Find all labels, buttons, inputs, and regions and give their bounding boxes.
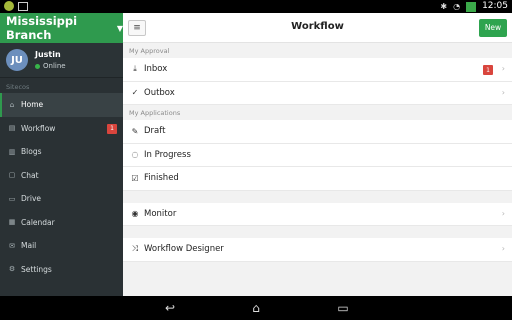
workflow-icon: ▤ bbox=[8, 124, 16, 133]
sidebar-item-workflow[interactable]: ▤ Workflow 1 bbox=[0, 117, 123, 141]
top-bar: ≡ Workflow New bbox=[123, 13, 512, 43]
sidebar-item-label: Chat bbox=[21, 170, 39, 180]
sidebar-item-label: Settings bbox=[21, 264, 52, 274]
list-item-label: Outbox bbox=[144, 87, 175, 98]
chevron-right-icon: › bbox=[501, 87, 505, 97]
list-item-finished[interactable]: ☑ Finished bbox=[123, 167, 512, 191]
sidebar-item-label: Calendar bbox=[21, 217, 55, 227]
list-item-label: Inbox bbox=[144, 64, 168, 75]
sidebar: Mississippi Branch ▼ JU Justin Online Si… bbox=[0, 13, 123, 296]
workflow-badge: 1 bbox=[107, 123, 117, 134]
branch-selector[interactable]: Mississippi Branch ▼ bbox=[0, 13, 123, 43]
sidebar-item-label: Mail bbox=[21, 241, 37, 251]
online-indicator-icon bbox=[35, 63, 40, 69]
navigation-bar: ↩ ⌂ ▭ bbox=[0, 296, 512, 320]
sidebar-item-mail[interactable]: ✉ Mail bbox=[0, 234, 123, 258]
bluetooth-icon: ✱ bbox=[440, 2, 448, 11]
sidebar-item-blogs[interactable]: ▥ Blogs bbox=[0, 140, 123, 164]
sidebar-item-chat[interactable]: ▢ Chat bbox=[0, 164, 123, 188]
chat-icon: ▢ bbox=[8, 171, 16, 180]
drive-icon: ▭ bbox=[8, 194, 16, 203]
list-item-inbox[interactable]: ⤓ Inbox 1 › bbox=[123, 58, 512, 82]
back-icon[interactable]: ↩ bbox=[160, 301, 180, 315]
user-status-label: Online bbox=[43, 62, 66, 70]
notification-icon bbox=[4, 1, 14, 11]
inbox-icon: ⤓ bbox=[133, 64, 137, 74]
draft-icon: ✎ bbox=[131, 126, 139, 136]
wifi-icon: ◔ bbox=[453, 2, 461, 11]
calendar-icon: ▦ bbox=[8, 218, 16, 227]
chevron-right-icon: › bbox=[501, 208, 505, 218]
avatar: JU bbox=[6, 49, 28, 71]
chevron-right-icon: › bbox=[501, 244, 505, 253]
list-item-label: Finished bbox=[144, 173, 179, 184]
sidebar-item-label: Home bbox=[21, 100, 44, 110]
sidebar-item-label: Blogs bbox=[21, 147, 42, 157]
chevron-right-icon: › bbox=[501, 64, 505, 73]
mail-icon: ✉ bbox=[9, 241, 15, 250]
sidebar-item-home[interactable]: ⌂ Home bbox=[0, 93, 123, 117]
sidebar-section-label: Sitecos bbox=[6, 83, 30, 91]
sidebar-item-label: Drive bbox=[21, 194, 41, 204]
list-item-monitor[interactable]: ◉ Monitor › bbox=[123, 202, 512, 226]
new-button[interactable]: New bbox=[479, 19, 507, 37]
list-item-label: Monitor bbox=[144, 208, 177, 219]
user-name: Justin bbox=[35, 50, 61, 59]
sidebar-item-drive[interactable]: ▭ Drive bbox=[0, 187, 123, 211]
shuffle-icon: ⤨ bbox=[131, 244, 139, 254]
group-label-approval: My Approval bbox=[129, 47, 170, 55]
recent-apps-icon[interactable]: ▭ bbox=[333, 301, 353, 315]
inbox-badge: 1 bbox=[483, 65, 493, 75]
eye-icon: ◉ bbox=[131, 209, 139, 219]
sidebar-item-label: Workflow bbox=[21, 123, 56, 133]
clock: 12:05 bbox=[482, 1, 508, 11]
home-icon: ⌂ bbox=[9, 100, 15, 109]
list-item-label: Workflow Designer bbox=[144, 244, 224, 255]
settings-icon: ⚙ bbox=[8, 265, 16, 274]
sidebar-item-settings[interactable]: ⚙ Settings bbox=[0, 258, 123, 282]
branch-name: Mississippi Branch bbox=[6, 14, 78, 42]
battery-icon bbox=[466, 1, 477, 12]
user-profile[interactable]: JU Justin Online bbox=[0, 43, 123, 78]
main-panel: ≡ Workflow New My Approval ⤓ Inbox 1 › ✓… bbox=[123, 13, 512, 296]
list-item-in-progress[interactable]: ◌ In Progress bbox=[123, 143, 512, 167]
list-item-label: Draft bbox=[144, 126, 166, 137]
list-item-outbox[interactable]: ✓ Outbox › bbox=[123, 81, 512, 105]
outbox-icon: ✓ bbox=[131, 88, 139, 98]
status-bar: ✱ ◔ 12:05 bbox=[0, 0, 512, 13]
list-item-workflow-designer[interactable]: ⤨ Workflow Designer › bbox=[123, 238, 512, 262]
user-status: Online bbox=[35, 62, 66, 70]
progress-icon: ◌ bbox=[131, 150, 139, 160]
home-button-icon[interactable]: ⌂ bbox=[246, 301, 266, 315]
list-item-draft[interactable]: ✎ Draft bbox=[123, 120, 512, 144]
finished-icon: ☑ bbox=[131, 173, 139, 183]
page-title: Workflow bbox=[291, 21, 344, 32]
list-item-label: In Progress bbox=[144, 149, 191, 160]
group-label-applications: My Applications bbox=[129, 109, 181, 117]
blogs-icon: ▥ bbox=[8, 147, 16, 156]
image-notification-icon bbox=[18, 1, 28, 11]
sidebar-item-calendar[interactable]: ▦ Calendar bbox=[0, 211, 123, 235]
